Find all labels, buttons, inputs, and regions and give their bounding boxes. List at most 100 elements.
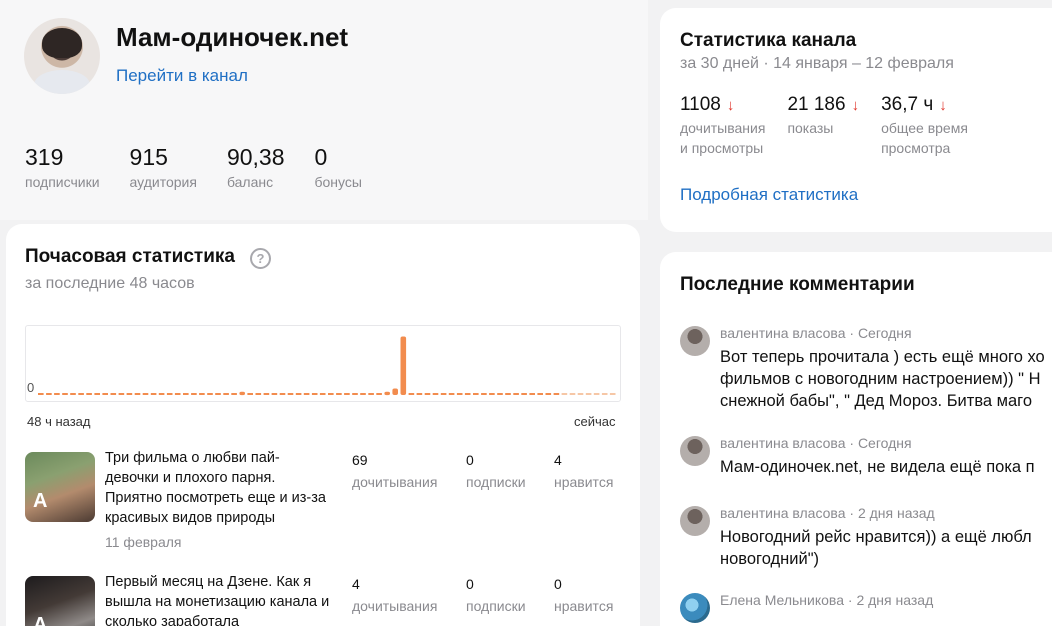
chart-bar bbox=[94, 393, 100, 395]
chart-bar bbox=[78, 393, 84, 395]
chart-bar bbox=[408, 393, 415, 395]
chart-bar bbox=[158, 393, 165, 395]
chart-bar bbox=[609, 393, 616, 395]
stat-balance: 90,38 баланс bbox=[226, 144, 285, 190]
post-title[interactable]: Три фильма о любви пай-девочки и плохого… bbox=[105, 448, 330, 528]
chart-bar bbox=[223, 393, 229, 395]
hourly-stats-card: Почасовая статистика ? за последние 48 ч… bbox=[6, 224, 640, 626]
commenter-avatar[interactable] bbox=[680, 436, 710, 466]
post-thumbnail[interactable]: A bbox=[25, 576, 95, 626]
comment-meta: Елена Мельникова · 2 дня назад bbox=[720, 592, 934, 608]
chart-bar bbox=[424, 393, 431, 395]
hourly-chart bbox=[38, 336, 616, 396]
chart-bar bbox=[432, 393, 439, 395]
comment-text[interactable]: Вот теперь прочитала ) есть ещё много хо… bbox=[720, 346, 1052, 412]
chart-bar bbox=[62, 393, 68, 395]
chart-bar bbox=[513, 393, 519, 395]
hourly-title: Почасовая статистика bbox=[25, 246, 235, 267]
chart-bar bbox=[481, 393, 487, 395]
metric-impressions: 21 186 ↓ показы bbox=[787, 94, 860, 136]
chart-bar bbox=[110, 393, 117, 395]
chart-bar bbox=[46, 393, 52, 395]
chart-bar bbox=[328, 393, 334, 395]
arrow-down-icon: ↓ bbox=[726, 96, 735, 114]
post-date: 11 февраля bbox=[105, 534, 182, 550]
chart-bar bbox=[545, 393, 552, 395]
chart-bar bbox=[271, 393, 278, 395]
chart-zero-label: 0 bbox=[27, 380, 35, 395]
chart-bar bbox=[352, 393, 358, 395]
arrow-down-icon: ↓ bbox=[939, 96, 947, 114]
chart-bar bbox=[54, 393, 60, 395]
help-icon[interactable]: ? bbox=[250, 248, 271, 269]
comments-card: Последние комментарии валентина власова … bbox=[660, 252, 1052, 626]
go-to-channel-link[interactable]: Перейти в канал bbox=[116, 66, 248, 86]
chart-bar bbox=[311, 393, 318, 395]
chart-bar bbox=[295, 393, 302, 395]
channel-header: Мам-одиночек.net Перейти в канал 319 под… bbox=[0, 0, 648, 220]
chart-bar bbox=[384, 391, 390, 396]
chart-bar bbox=[440, 393, 447, 395]
metric-reads: 1108 ↓ дочитывания и просмотры bbox=[680, 94, 766, 156]
commenter-avatar[interactable] bbox=[680, 593, 710, 623]
commenter-avatar[interactable] bbox=[680, 506, 710, 536]
chart-bar bbox=[360, 393, 366, 395]
chart-bar bbox=[239, 391, 245, 396]
chart-bar bbox=[247, 393, 253, 395]
commenter-avatar[interactable] bbox=[680, 326, 710, 356]
chart-axis-end: сейчас bbox=[574, 414, 616, 429]
chart-bar bbox=[344, 393, 350, 395]
chart-bar bbox=[287, 393, 294, 395]
chart-bar bbox=[376, 393, 382, 395]
chart-bar bbox=[231, 393, 237, 395]
chart-bar bbox=[134, 393, 141, 395]
chart-bar bbox=[166, 393, 173, 395]
metric-watch-time: 36,7 ч ↓ общее время просмотра bbox=[881, 94, 968, 156]
comment-text[interactable]: Мам-одиночек.net, не видела ещё пока п bbox=[720, 456, 1052, 478]
chart-bar bbox=[38, 393, 44, 395]
chart-bar bbox=[593, 393, 600, 395]
chart-bar bbox=[303, 393, 310, 395]
stat-subscribers: 319 подписчики bbox=[25, 144, 100, 190]
chart-bar bbox=[150, 393, 157, 395]
channel-title: Мам-одиночек.net bbox=[116, 22, 349, 52]
chart-bar bbox=[263, 393, 270, 395]
chart-bar bbox=[601, 393, 608, 395]
chart-bar bbox=[70, 393, 76, 395]
channel-stats-title: Статистика канала bbox=[680, 30, 857, 51]
chart-bar bbox=[199, 393, 205, 395]
chart-bar bbox=[255, 393, 262, 395]
chart-bar bbox=[505, 393, 511, 395]
comment-meta: валентина власова · Сегодня bbox=[720, 325, 912, 341]
comments-title: Последние комментарии bbox=[680, 274, 915, 295]
stat-audience: 915 аудитория bbox=[129, 144, 197, 190]
chart-bar bbox=[392, 388, 398, 395]
post-stat-likes: 4 нравится bbox=[554, 452, 614, 490]
post-stat-reads: 69 дочитывания bbox=[352, 452, 438, 490]
channel-stats-card: Статистика канала за 30 дней · 14 января… bbox=[660, 8, 1052, 232]
chart-bar bbox=[368, 393, 374, 395]
chart-bar bbox=[585, 393, 592, 395]
post-stat-subs: 0 подписки bbox=[466, 576, 526, 614]
chart-bar bbox=[102, 393, 108, 395]
chart-bar bbox=[279, 393, 286, 395]
chart-bar bbox=[497, 393, 503, 395]
chart-bar bbox=[529, 393, 535, 395]
chart-bar bbox=[207, 393, 213, 395]
chart-bar bbox=[464, 393, 471, 395]
chart-bar bbox=[561, 393, 568, 395]
arrow-down-icon: ↓ bbox=[851, 96, 860, 114]
post-title[interactable]: Первый месяц на Дзене. Как я вышла на мо… bbox=[105, 572, 330, 626]
detailed-stats-link[interactable]: Подробная статистика bbox=[680, 185, 858, 205]
hourly-subtitle: за последние 48 часов bbox=[25, 275, 195, 292]
chart-bar bbox=[416, 393, 423, 395]
comment-text[interactable]: Новогодний рейс нравится)) а ещё любл но… bbox=[720, 526, 1052, 570]
chart-bar bbox=[473, 393, 479, 395]
channel-avatar[interactable] bbox=[24, 18, 100, 94]
stat-bonuses: 0 бонусы bbox=[314, 144, 362, 190]
chart-bar bbox=[489, 393, 495, 395]
chart-bar bbox=[126, 393, 133, 395]
chart-bar bbox=[191, 393, 197, 395]
chart-bar bbox=[448, 393, 455, 395]
post-thumbnail[interactable]: A bbox=[25, 452, 95, 522]
